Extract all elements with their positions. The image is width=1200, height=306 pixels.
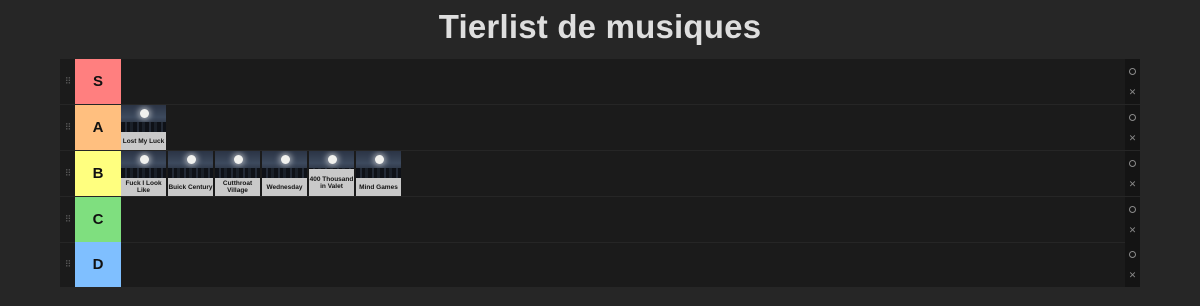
album-cover-image (168, 151, 213, 178)
drag-handle-icon[interactable]: ⠿ (60, 197, 75, 242)
tier-row-a: ⠿ A Lost My Luck ✕ (60, 105, 1140, 151)
tier-controls-a: ✕ (1125, 105, 1140, 150)
settings-icon[interactable] (1125, 61, 1140, 81)
settings-icon[interactable] (1125, 107, 1140, 127)
song-card[interactable]: Wednesday (262, 151, 307, 196)
song-card[interactable]: Cutthroat Village (215, 151, 260, 196)
album-cover-image (356, 151, 401, 178)
tier-row-s: ⠿ S ✕ (60, 59, 1140, 105)
close-icon[interactable]: ✕ (1125, 174, 1140, 194)
song-title: Mind Games (356, 178, 401, 196)
tier-label-d[interactable]: D (75, 242, 121, 287)
drag-handle-icon[interactable]: ⠿ (60, 151, 75, 196)
album-cover-image (215, 151, 260, 178)
tier-items-a[interactable]: Lost My Luck (121, 105, 166, 150)
tier-board: ⠿ S ✕ ⠿ A Lost My Luck ✕ ⠿ B Fuck I Look… (60, 59, 1140, 287)
tier-label-b[interactable]: B (75, 151, 121, 196)
close-icon[interactable]: ✕ (1125, 265, 1140, 285)
drag-handle-icon[interactable]: ⠿ (60, 59, 75, 104)
album-cover-image (262, 151, 307, 178)
tier-label-c[interactable]: C (75, 197, 121, 242)
close-icon[interactable]: ✕ (1125, 220, 1140, 240)
tier-controls-d: ✕ (1125, 242, 1140, 287)
tier-row-c: ⠿ C ✕ (60, 197, 1140, 243)
song-card[interactable]: 400 Thousand in Valet (309, 151, 354, 196)
tier-items-b[interactable]: Fuck I Look Like Buick Century Cutthroat… (121, 151, 401, 196)
song-title: 400 Thousand in Valet (309, 169, 354, 196)
settings-icon[interactable] (1125, 153, 1140, 173)
song-title: Lost My Luck (121, 132, 166, 150)
page-title: Tierlist de musiques (438, 8, 762, 45)
drag-handle-icon[interactable]: ⠿ (60, 105, 75, 150)
song-title: Fuck I Look Like (121, 178, 166, 196)
song-title: Cutthroat Village (215, 178, 260, 196)
tier-row-d: ⠿ D ✕ (60, 242, 1140, 287)
tier-controls-b: ✕ (1125, 151, 1140, 196)
song-title: Wednesday (262, 178, 307, 196)
close-icon[interactable]: ✕ (1125, 128, 1140, 148)
song-card[interactable]: Mind Games (356, 151, 401, 196)
tier-row-b: ⠿ B Fuck I Look Like Buick Century Cutth… (60, 151, 1140, 197)
tier-controls-s: ✕ (1125, 59, 1140, 104)
song-card[interactable]: Lost My Luck (121, 105, 166, 150)
drag-handle-icon[interactable]: ⠿ (60, 242, 75, 287)
tier-label-a[interactable]: A (75, 105, 121, 150)
close-icon[interactable]: ✕ (1125, 82, 1140, 102)
song-card[interactable]: Buick Century (168, 151, 213, 196)
tier-label-s[interactable]: S (75, 59, 121, 104)
settings-icon[interactable] (1125, 244, 1140, 264)
album-cover-image (121, 105, 166, 132)
song-title: Buick Century (168, 178, 213, 196)
song-card[interactable]: Fuck I Look Like (121, 151, 166, 196)
settings-icon[interactable] (1125, 199, 1140, 219)
album-cover-image (121, 151, 166, 178)
tier-controls-c: ✕ (1125, 197, 1140, 242)
